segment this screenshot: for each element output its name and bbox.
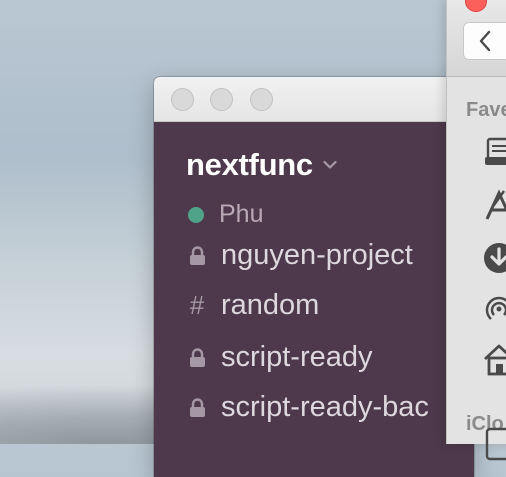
finder-toolbar bbox=[447, 0, 506, 77]
finder-close-button[interactable] bbox=[465, 0, 487, 12]
slack-window: nextfunc Phu nguyen-project # random scr… bbox=[154, 77, 474, 477]
current-user[interactable]: Phu bbox=[188, 200, 263, 229]
channel-label: script-ready bbox=[221, 341, 373, 373]
channel-label: script-ready-bac bbox=[221, 391, 429, 423]
channel-item-nguyen-project[interactable]: nguyen-project bbox=[188, 239, 413, 272]
lock-icon bbox=[188, 245, 206, 266]
lock-icon bbox=[188, 347, 206, 368]
channel-label: nguyen-project bbox=[221, 239, 413, 271]
channel-item-script-ready-bac[interactable]: script-ready-bac bbox=[188, 391, 429, 424]
back-button[interactable] bbox=[463, 22, 506, 60]
home-icon[interactable] bbox=[482, 343, 506, 377]
user-name: Phu bbox=[219, 200, 264, 228]
zoom-window-button[interactable] bbox=[250, 88, 273, 111]
slack-titlebar[interactable] bbox=[154, 77, 474, 122]
icloud-drive-icon[interactable] bbox=[482, 427, 506, 461]
lock-icon bbox=[188, 397, 206, 418]
presence-online-icon bbox=[188, 206, 204, 223]
minimize-window-button[interactable] bbox=[210, 88, 233, 111]
finder-window: Fave iClo bbox=[447, 0, 506, 461]
airdrop-icon[interactable] bbox=[482, 291, 506, 325]
chevron-down-icon[interactable] bbox=[323, 160, 337, 170]
applications-icon[interactable] bbox=[482, 189, 506, 223]
all-files-icon[interactable] bbox=[482, 135, 506, 169]
finder-sidebar: Fave iClo bbox=[447, 77, 506, 461]
downloads-icon[interactable] bbox=[482, 241, 506, 275]
chevron-left-icon bbox=[479, 30, 491, 52]
slack-sidebar: nextfunc Phu nguyen-project # random scr… bbox=[154, 122, 474, 477]
close-window-button[interactable] bbox=[171, 88, 194, 111]
channel-item-random[interactable]: # random bbox=[188, 289, 320, 322]
channel-label: random bbox=[221, 289, 320, 321]
team-switcher[interactable]: nextfunc bbox=[186, 147, 337, 183]
favorites-header: Fave bbox=[466, 99, 506, 121]
team-name[interactable]: nextfunc bbox=[186, 147, 313, 183]
hash-icon: # bbox=[189, 290, 205, 320]
channel-item-script-ready[interactable]: script-ready bbox=[188, 341, 373, 374]
